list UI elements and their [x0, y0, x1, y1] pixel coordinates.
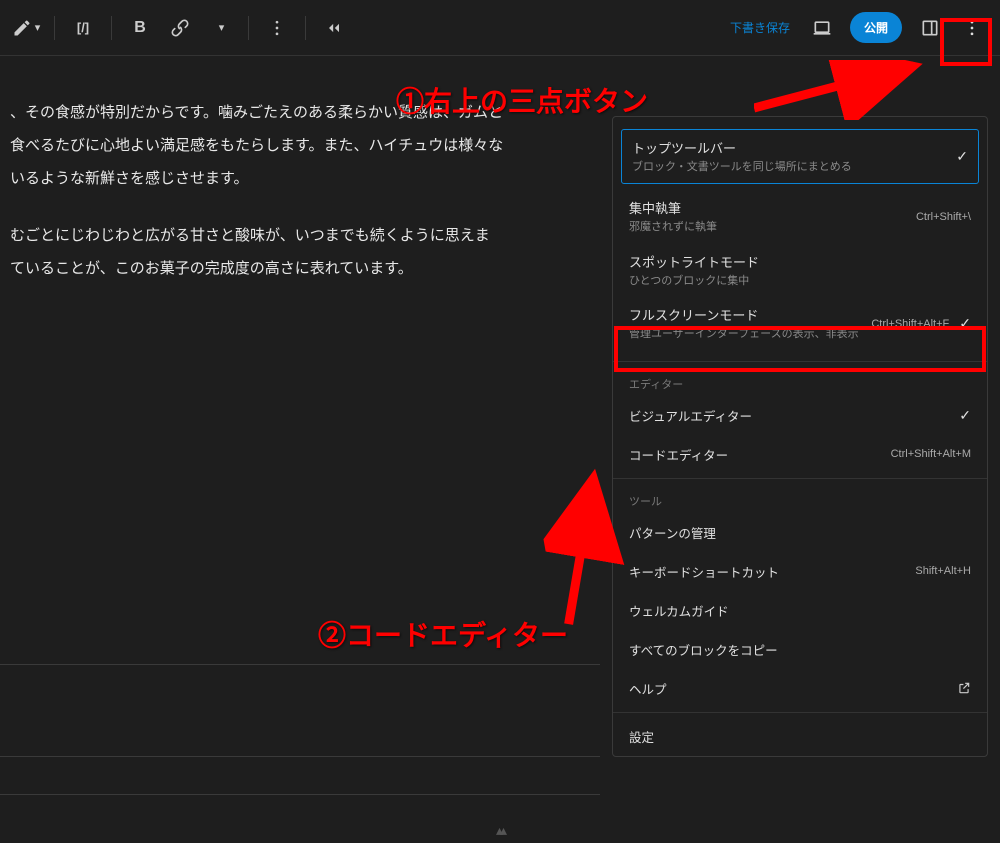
dots-vertical-icon — [962, 18, 982, 38]
menu-code-editor[interactable]: コードエディター Ctrl+Shift+Alt+M — [613, 435, 987, 474]
menu-item-title: スポットライトモード — [629, 252, 971, 271]
menu-fullscreen-mode[interactable]: フルスクリーンモード 管理ユーザーインターフェースの表示、非表示 Ctrl+Sh… — [613, 297, 987, 350]
menu-visual-editor[interactable]: ビジュアルエディター ✓ — [613, 396, 987, 435]
check-icon: ✓ — [956, 148, 968, 165]
save-draft-button[interactable]: 下書き保存 — [720, 19, 800, 36]
menu-item-title: 集中執筆 — [629, 198, 908, 217]
menu-item-title: パターンの管理 — [629, 523, 971, 542]
annotation-arrow-1 — [754, 60, 934, 120]
menu-keyboard-shortcuts[interactable]: キーボードショートカット Shift+Alt+H — [613, 552, 987, 591]
menu-item-title: ビジュアルエディター — [629, 406, 949, 425]
paragraph-line: 食べるたびに心地よい満足感をもたらします。また、ハイチュウは様々な — [10, 137, 503, 154]
chevron-down-icon: ▾ — [35, 21, 41, 34]
shortcode-button[interactable]: [/] — [65, 10, 101, 46]
menu-patterns[interactable]: パターンの管理 — [613, 513, 987, 552]
menu-item-title: ウェルカムガイド — [629, 601, 971, 620]
menu-welcome-guide[interactable]: ウェルカムガイド — [613, 591, 987, 630]
menu-item-subtitle: ひとつのブロックに集中 — [629, 274, 971, 289]
paragraph-line: いるような新鮮さを感じさせます。 — [10, 170, 249, 187]
menu-item-subtitle: ブロック・文書ツールを同じ場所にまとめる — [632, 160, 946, 175]
menu-item-title: ヘルプ — [629, 679, 957, 698]
menu-shortcut: Ctrl+Shift+Alt+F — [871, 318, 949, 330]
menu-focus-mode[interactable]: 集中執筆 邪魔されずに執筆 Ctrl+Shift+\ — [613, 190, 987, 243]
separator — [111, 16, 112, 40]
menu-item-title: すべてのブロックをコピー — [629, 640, 971, 659]
menu-separator — [613, 361, 987, 362]
chevrons-left-icon — [324, 18, 344, 38]
block-divider — [0, 794, 600, 795]
separator — [54, 16, 55, 40]
menu-item-subtitle: 邪魔されずに執筆 — [629, 220, 908, 235]
menu-section-label: エディター — [613, 366, 987, 396]
menu-item-subtitle: 管理ユーザーインターフェースの表示、非表示 — [629, 327, 863, 342]
check-icon: ✓ — [959, 315, 971, 332]
publish-button[interactable]: 公開 — [850, 12, 902, 43]
menu-top-toolbar[interactable]: トップツールバー ブロック・文書ツールを同じ場所にまとめる ✓ — [621, 129, 979, 184]
collapse-toolbar-button[interactable] — [316, 10, 352, 46]
editor-toolbar: ▾ [/] B ▾ 下書き保存 公開 — [0, 0, 1000, 56]
block-more-button[interactable] — [259, 10, 295, 46]
paragraph-line: ていることが、このお菓子の完成度の高さに表れています。 — [10, 260, 413, 277]
check-icon: ✓ — [959, 407, 971, 424]
menu-shortcut: Ctrl+Shift+\ — [916, 211, 971, 223]
menu-item-title: コードエディター — [629, 445, 883, 464]
menu-item-title: キーボードショートカット — [629, 562, 907, 581]
annotation-text-2: ②コードエディター — [318, 614, 568, 654]
menu-separator — [613, 478, 987, 479]
separator — [248, 16, 249, 40]
menu-separator — [613, 712, 987, 713]
pencil-tool-button[interactable]: ▾ — [8, 10, 44, 46]
menu-item-title: トップツールバー — [632, 138, 946, 157]
menu-section-label: ツール — [613, 483, 987, 513]
menu-shortcut: Ctrl+Shift+Alt+M — [891, 448, 971, 460]
menu-item-title: 設定 — [629, 727, 971, 746]
chevron-down-icon: ▾ — [219, 21, 225, 34]
paragraph-line: むごとにじわじわと広がる甘さと酸味が、いつまでも続くように思えま — [10, 227, 490, 244]
link-icon — [170, 18, 190, 38]
options-dropdown: トップツールバー ブロック・文書ツールを同じ場所にまとめる ✓ 集中執筆 邪魔さ… — [612, 116, 988, 757]
resize-handle-icon[interactable]: ▴▴ — [496, 822, 504, 839]
more-formatting-button[interactable]: ▾ — [202, 10, 238, 46]
menu-item-title: フルスクリーンモード — [629, 305, 863, 324]
bold-button[interactable]: B — [122, 10, 158, 46]
block-divider — [0, 664, 600, 665]
settings-panel-button[interactable] — [912, 10, 948, 46]
link-button[interactable] — [162, 10, 198, 46]
separator — [305, 16, 306, 40]
menu-copy-all-blocks[interactable]: すべてのブロックをコピー — [613, 630, 987, 669]
menu-preferences[interactable]: 設定 — [613, 717, 987, 756]
menu-help[interactable]: ヘルプ — [613, 669, 987, 708]
annotation-text-1: ①右上の三点ボタン — [396, 80, 648, 120]
menu-spotlight-mode[interactable]: スポットライトモード ひとつのブロックに集中 — [613, 244, 987, 297]
pencil-icon — [12, 18, 32, 38]
dots-vertical-icon — [267, 18, 287, 38]
preview-button[interactable] — [804, 10, 840, 46]
menu-shortcut: Shift+Alt+H — [915, 565, 971, 577]
options-menu-button[interactable] — [952, 8, 992, 48]
sidebar-icon — [920, 18, 940, 38]
external-link-icon — [957, 681, 971, 695]
block-divider — [0, 756, 600, 757]
device-icon — [812, 18, 832, 38]
